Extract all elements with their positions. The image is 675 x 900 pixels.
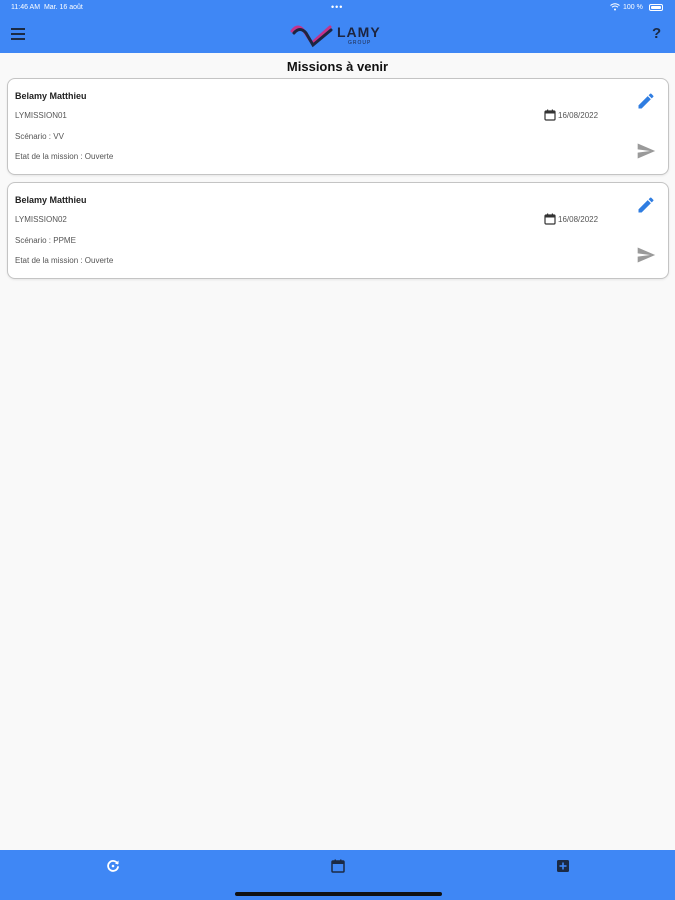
menu-icon: [11, 28, 25, 30]
logo-sub-text: GROUP: [348, 40, 372, 46]
mission-scenario: Scénario : VV: [15, 132, 64, 141]
refresh-icon[interactable]: [105, 858, 121, 874]
home-indicator: [235, 892, 442, 896]
multitask-dots[interactable]: •••: [331, 2, 343, 12]
help-button[interactable]: ?: [652, 25, 661, 42]
send-icon[interactable]: [636, 245, 656, 265]
mission-client-name: Belamy Matthieu: [15, 91, 87, 101]
mission-client-name: Belamy Matthieu: [15, 195, 87, 205]
pencil-icon[interactable]: [636, 195, 656, 215]
mission-date: 16/08/2022: [558, 215, 599, 224]
status-bar: 11:46 AM Mar. 16 août ••• 100 %: [0, 0, 675, 16]
mission-scenario: Scénario : PPME: [15, 236, 76, 245]
calendar-icon: [544, 109, 556, 121]
battery-icon: [649, 4, 663, 11]
calendar-icon: [544, 213, 556, 225]
logo-mark-icon: [290, 25, 333, 48]
battery-percentage: 100 %: [623, 4, 643, 11]
mission-code: LYMISSION01: [15, 111, 67, 120]
mission-card[interactable]: Belamy Matthieu LYMISSION01 Scénario : V…: [7, 78, 669, 175]
page-title: Missions à venir: [286, 59, 389, 74]
mission-state: Etat de la mission : Ouverte: [15, 152, 114, 161]
mission-date: 16/08/2022: [558, 111, 599, 120]
top-app-bar: 11:46 AM Mar. 16 août ••• 100 % LAMY GRO…: [0, 0, 675, 53]
lamy-logo: LAMY GROUP: [290, 21, 390, 49]
status-time: 11:46 AM Mar. 16 août: [11, 4, 83, 11]
mission-card[interactable]: Belamy Matthieu LYMISSION02 Scénario : P…: [7, 182, 669, 279]
mission-state: Etat de la mission : Ouverte: [15, 256, 114, 265]
wifi-icon: [610, 3, 620, 11]
logo-brand-text: LAMY: [337, 24, 381, 40]
menu-button[interactable]: [11, 28, 25, 40]
mission-code: LYMISSION02: [15, 215, 67, 224]
pencil-icon[interactable]: [636, 91, 656, 111]
send-icon[interactable]: [636, 141, 656, 161]
add-box-icon[interactable]: [555, 858, 571, 874]
calendar-tab-icon[interactable]: [330, 858, 346, 874]
